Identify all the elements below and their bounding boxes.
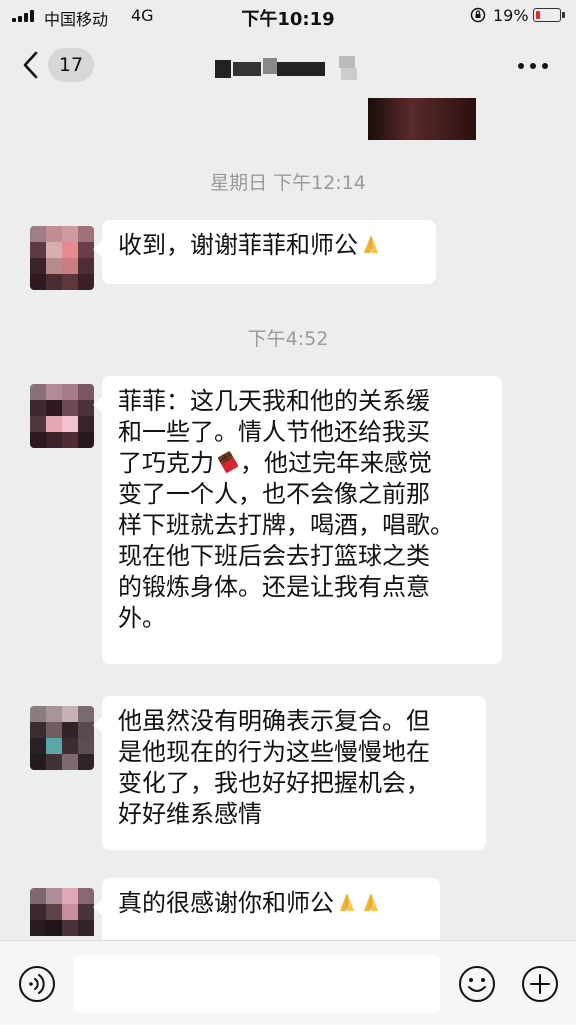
message-line: 变化了，我也好好把握机会，: [118, 769, 430, 797]
battery-level: [536, 11, 540, 19]
battery-icon: [533, 8, 561, 22]
status-bar: 中国移动 4G 下午10:19 19%: [0, 0, 576, 32]
sender-avatar[interactable]: [30, 706, 94, 770]
voice-input-icon[interactable]: [18, 965, 56, 1003]
message-line: 菲菲：这几天我和他的关系缓: [118, 387, 430, 415]
message-line: 变了一个人，也不会像之前那: [118, 480, 430, 508]
back-arrow-icon[interactable]: [20, 50, 42, 80]
message-line: 和一些了。情人节他还给我买: [118, 418, 430, 446]
chat-header: 17: [0, 32, 576, 98]
message-line: 是他现在的行为这些慢慢地在: [118, 738, 430, 766]
message-line: 了巧克力: [118, 449, 214, 477]
sender-avatar[interactable]: [30, 888, 94, 940]
message-input-bar: [0, 940, 576, 1025]
message-text: 收到，谢谢菲菲和师公: [118, 231, 358, 259]
message-line: 样下班就去打牌，喝酒，唱歌。: [118, 511, 454, 539]
message-line: 外。: [118, 604, 166, 632]
message-line: 他虽然没有明确表示复合。但: [118, 707, 430, 735]
chat-title-redacted: [215, 56, 375, 80]
message-bubble[interactable]: 收到，谢谢菲菲和师公: [93, 220, 436, 284]
sender-avatar[interactable]: [30, 384, 94, 448]
folded-hands-icon: [364, 235, 378, 253]
message-text: 真的很感谢你和师公: [118, 889, 334, 917]
redacted-image-fragment: [368, 98, 476, 140]
folded-hands-icon: [364, 893, 378, 911]
battery-percent: 19%: [493, 6, 529, 25]
emoji-picker-icon[interactable]: [458, 965, 496, 1003]
folded-hands-icon: [340, 893, 354, 911]
message-bubble[interactable]: 真的很感谢你和师公: [93, 878, 440, 940]
more-options-icon[interactable]: [518, 63, 548, 69]
unread-count-badge[interactable]: 17: [48, 48, 94, 82]
add-attachment-icon[interactable]: [521, 965, 559, 1003]
message-line-tail: ，他过完年来感觉: [240, 449, 432, 477]
message-line: 现在他下班后会去打篮球之类: [118, 542, 430, 570]
chat-timestamp: 下午4:52: [247, 328, 329, 350]
message-input[interactable]: [74, 955, 440, 1013]
chat-timestamp: 星期日 下午12:14: [210, 172, 366, 194]
status-time: 下午10:19: [241, 9, 335, 30]
message-bubble[interactable]: 菲菲：这几天我和他的关系缓 和一些了。情人节他还给我买 了巧克力 ，他过完年来感觉…: [93, 376, 502, 664]
message-bubble[interactable]: 他虽然没有明确表示复合。但 是他现在的行为这些慢慢地在 变化了，我也好好把握机会…: [93, 696, 486, 850]
chocolate-bar-icon: [217, 451, 239, 473]
message-line: 的锻炼身体。还是让我有点意: [118, 573, 430, 601]
battery-cap: [562, 12, 565, 18]
sender-avatar[interactable]: [30, 226, 94, 290]
message-line: 好好维系感情: [118, 800, 262, 828]
rotation-lock-icon: [470, 7, 486, 23]
